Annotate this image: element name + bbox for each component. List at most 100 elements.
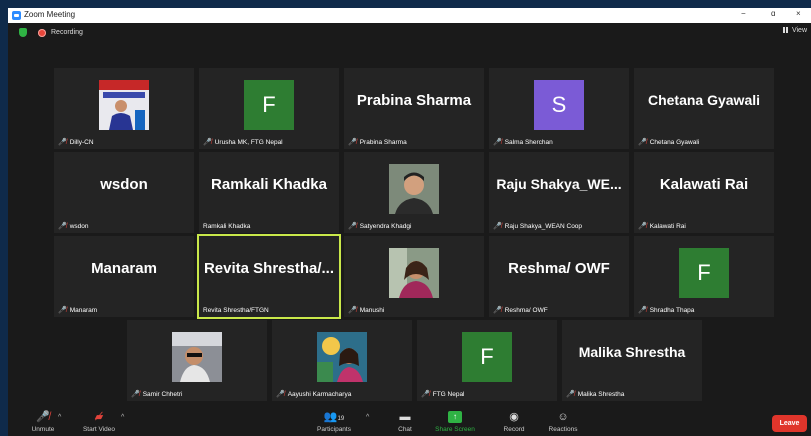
video-tile-wsdon[interactable]: wsdon 🎤̸ wsdon <box>54 152 194 233</box>
participants-label: Participants <box>317 426 351 433</box>
start-video-label: Start Video <box>82 426 116 433</box>
grid-view-icon <box>782 27 790 33</box>
reactions-icon: ☺ <box>557 411 569 423</box>
participant-avatar: F <box>679 248 729 298</box>
participant-display-name: Reshma/ OWF <box>508 260 610 277</box>
video-tile-revita-active-speaker[interactable]: Revita Shrestha/... Revita Shrestha/FTGN <box>197 234 341 319</box>
meeting-toolbar: 🎤̸ Unmute ^ ▰̸ Start Video ^ 👥19 Partici… <box>8 408 811 436</box>
video-options-caret-icon[interactable]: ^ <box>121 414 124 421</box>
participant-name-label: 🎤̸ Satyendra Khadgi <box>348 223 412 230</box>
meeting-status-bar: Recording View <box>8 23 811 45</box>
video-tile-kalawati[interactable]: Kalawati Rai 🎤̸ Kalawati Rai <box>634 152 774 233</box>
participants-count: 19 <box>337 416 345 422</box>
participant-photo <box>99 80 149 130</box>
video-tile-manushi[interactable]: 🎤̸ Manushi <box>344 236 484 317</box>
video-tile-manaram[interactable]: Manaram 🎤̸ Manaram <box>54 236 194 317</box>
record-icon: ◉ <box>509 411 519 423</box>
view-button[interactable]: View <box>782 27 807 34</box>
participant-display-name: Ramkali Khadka <box>211 176 327 193</box>
participant-avatar: S <box>534 80 584 130</box>
muted-mic-icon: 🎤̸ <box>421 391 430 398</box>
participant-name-label: 🎤̸ Malika Shrestha <box>566 391 625 398</box>
audio-options-caret-icon[interactable]: ^ <box>58 414 61 421</box>
participant-display-name: Revita Shrestha/... <box>203 260 335 277</box>
video-tile-dilly[interactable]: 🎤̸ Dilly-CN <box>54 68 194 149</box>
muted-mic-icon: 🎤̸ <box>638 223 647 230</box>
participant-display-name: Prabina Sharma <box>356 92 472 109</box>
participants-button[interactable]: 👥19 Participants <box>311 410 357 433</box>
window-title: Zoom Meeting <box>24 10 76 19</box>
participant-display-name: Manaram <box>91 260 157 277</box>
participants-icon: 👥19 <box>323 411 345 423</box>
video-tile-ramkali[interactable]: Ramkali Khadka Ramkali Khadka <box>199 152 339 233</box>
recording-icon <box>38 29 46 37</box>
muted-mic-icon: 🎤̸ <box>131 391 140 398</box>
participant-name-label: 🎤̸ Samir Chhetri <box>131 391 183 398</box>
unmute-button[interactable]: 🎤̸ Unmute <box>28 410 58 433</box>
participant-name-label: 🎤̸ Salma Sherchan <box>493 139 553 146</box>
video-tile-salma[interactable]: S 🎤̸ Salma Sherchan <box>489 68 629 149</box>
leave-button[interactable]: Leave <box>772 415 807 432</box>
minimize-button[interactable]: − <box>741 9 746 18</box>
video-tile-urusha[interactable]: F 🎤̸ Urusha MK, FTG Nepal <box>199 68 339 149</box>
participant-name-label: Revita Shrestha/FTGN <box>203 307 269 314</box>
video-tile-satyendra[interactable]: 🎤̸ Satyendra Khadgi <box>344 152 484 233</box>
chat-button[interactable]: ▬ Chat <box>391 410 419 433</box>
video-tile-samir[interactable]: 🎤̸ Samir Chhetri <box>127 320 267 401</box>
view-label: View <box>791 27 807 34</box>
participant-photo <box>389 248 439 298</box>
participant-name-label: 🎤̸ Manaram <box>58 307 98 314</box>
participant-name-label: 🎤̸ Shradha Thapa <box>638 307 695 314</box>
participant-photo <box>317 332 367 382</box>
close-button[interactable]: × <box>796 9 801 18</box>
participant-name-label: 🎤̸ Dilly-CN <box>58 139 94 146</box>
zoom-window: Zoom Meeting − ɑ × Recording View 🎤̸ Dill… <box>8 8 811 436</box>
muted-mic-icon: 🎤̸ <box>348 307 357 314</box>
video-tile-prabina[interactable]: Prabina Sharma 🎤̸ Prabina Sharma <box>344 68 484 149</box>
video-tile-ftg-nepal[interactable]: F 🎤̸ FTG Nepal <box>417 320 557 401</box>
muted-mic-icon: 🎤̸ <box>638 139 647 146</box>
muted-mic-icon: 🎤̸ <box>58 307 67 314</box>
participant-name-label: 🎤̸ Raju Shakya_WEAN Coop <box>493 223 583 230</box>
reactions-button[interactable]: ☺ Reactions <box>541 410 585 433</box>
video-tile-raju[interactable]: Raju Shakya_WE... 🎤̸ Raju Shakya_WEAN Coo… <box>489 152 629 233</box>
share-screen-icon: ↑ <box>448 411 462 423</box>
participant-name-label: 🎤̸ Aayushi Karmacharya <box>276 391 352 398</box>
participant-name-label: 🎤̸ Chetana Gyawali <box>638 139 700 146</box>
participant-name-label: 🎤̸ Urusha MK, FTG Nepal <box>203 139 283 146</box>
muted-mic-icon: 🎤̸ <box>348 139 357 146</box>
record-button[interactable]: ◉ Record <box>496 410 532 433</box>
chat-icon: ▬ <box>399 411 411 423</box>
participant-name-label: 🎤̸ Manushi <box>348 307 385 314</box>
participant-name-label: 🎤̸ wsdon <box>58 223 89 230</box>
video-off-icon: ▰̸ <box>94 411 104 423</box>
muted-mic-icon: 🎤̸ <box>566 391 575 398</box>
participant-name-label: 🎤̸ FTG Nepal <box>421 391 465 398</box>
video-tile-reshma[interactable]: Reshma/ OWF 🎤̸ Reshma/ OWF <box>489 236 629 317</box>
muted-mic-icon: 🎤̸ <box>276 391 285 398</box>
start-video-button[interactable]: ▰̸ Start Video <box>76 410 122 433</box>
title-bar: Zoom Meeting − ɑ × <box>8 8 811 23</box>
video-tile-aayushi[interactable]: 🎤̸ Aayushi Karmacharya <box>272 320 412 401</box>
muted-mic-icon: 🎤̸ <box>493 307 502 314</box>
video-tile-chetana[interactable]: Chetana Gyawali 🎤̸ Chetana Gyawali <box>634 68 774 149</box>
participant-photo <box>389 164 439 214</box>
muted-mic-icon: 🎤̸ <box>348 223 357 230</box>
encryption-shield-icon[interactable] <box>19 28 27 37</box>
participant-photo <box>172 332 222 382</box>
reactions-label: Reactions <box>548 426 578 433</box>
participants-options-caret-icon[interactable]: ^ <box>366 414 369 421</box>
participant-display-name: Chetana Gyawali <box>647 92 761 108</box>
muted-mic-icon: 🎤̸ <box>58 223 67 230</box>
video-tile-shradha[interactable]: F 🎤̸ Shradha Thapa <box>634 236 774 317</box>
participant-display-name: Malika Shrestha <box>578 344 686 360</box>
participant-display-name: Raju Shakya_WE... <box>496 176 622 192</box>
muted-mic-icon: 🎤̸ <box>36 411 50 423</box>
restore-button[interactable]: ɑ <box>771 9 775 18</box>
share-screen-button[interactable]: ↑ Share Screen <box>431 410 479 433</box>
video-tile-malika[interactable]: Malika Shrestha 🎤̸ Malika Shrestha <box>562 320 702 401</box>
muted-mic-icon: 🎤̸ <box>638 307 647 314</box>
muted-mic-icon: 🎤̸ <box>493 223 502 230</box>
chat-label: Chat <box>398 426 412 433</box>
muted-mic-icon: 🎤̸ <box>58 139 67 146</box>
